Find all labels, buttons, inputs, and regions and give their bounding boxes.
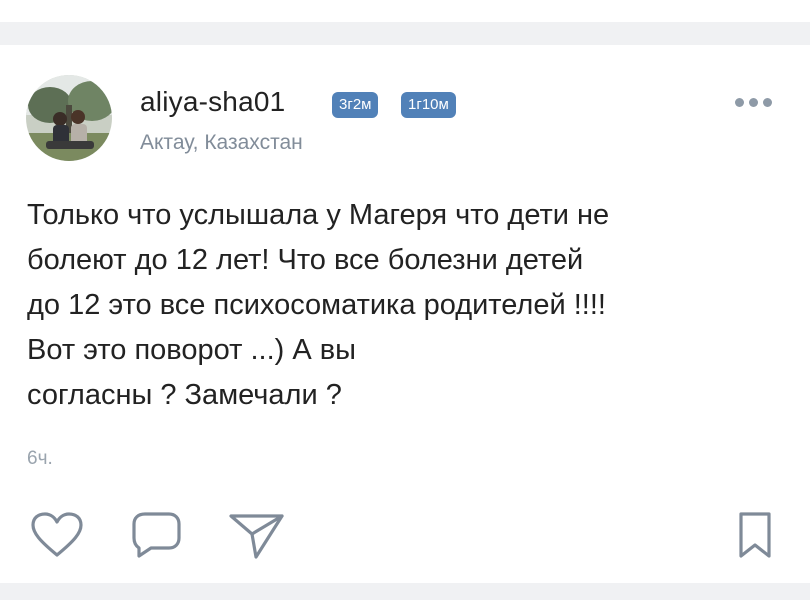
child-age-badge: 1г10м [401, 92, 456, 118]
post-text: Только что услышала у Магеря что дети не… [27, 193, 787, 418]
dot [749, 98, 758, 107]
post-text-line: до 12 это все психосоматика родителей !!… [27, 289, 606, 321]
tenure-badge: 3г2м [332, 92, 379, 118]
dot [735, 98, 744, 107]
top-strip [0, 0, 810, 22]
post-time: 6ч. [27, 448, 53, 469]
location-label: Актау, Казахстан [140, 131, 303, 154]
post-text-line: Вот это поворот ...) А вы [27, 334, 357, 366]
avatar[interactable] [26, 75, 112, 161]
bookmark-icon[interactable] [736, 511, 774, 559]
heart-icon[interactable] [30, 511, 84, 559]
comment-bubble-icon[interactable] [131, 511, 183, 559]
dot [763, 98, 772, 107]
post-text-line: Только что услышала у Магеря что дети не [27, 199, 610, 231]
post-text-line: болеют до 12 лет! Что все болезни детей [27, 244, 584, 276]
post-card: aliya-sha01 3г2м 1г10м Актау, Казахстан … [0, 45, 810, 583]
post-text-line: согласны ? Замечали ? [27, 379, 342, 411]
paper-plane-icon[interactable] [228, 512, 286, 560]
more-dots-icon[interactable] [733, 95, 777, 111]
username[interactable]: aliya-sha01 [140, 85, 285, 119]
